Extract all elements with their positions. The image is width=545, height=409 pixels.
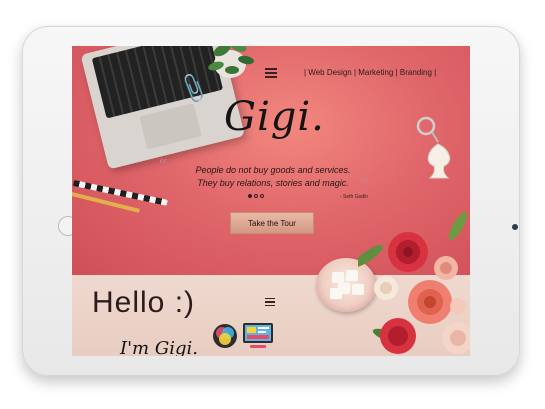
slider-dot-2[interactable] (254, 194, 258, 198)
website-screen: 📎 | Web Design | Marketing | Branding | … (72, 46, 470, 356)
striped-pencil (72, 180, 168, 206)
menu-icon[interactable] (265, 68, 277, 78)
menu-icon[interactable] (265, 298, 275, 306)
color-wheel-icon (213, 324, 237, 348)
nav-links[interactable]: | Web Design | Marketing | Branding | (304, 68, 436, 77)
plant-icon (208, 46, 254, 78)
quote-line-2: They buy relations, stories and magic. (197, 178, 349, 188)
slider-dot-3[interactable] (260, 194, 264, 198)
hello-heading: Hello :) (92, 286, 196, 319)
keychain-icon (416, 116, 451, 179)
intro-signature: I'm Gigi. (120, 338, 198, 356)
quote-line-1: People do not buy goods and services. (195, 165, 351, 175)
open-quote-icon: “ (158, 156, 168, 177)
quote-author: - Seth Godin (340, 194, 369, 200)
camera-icon (512, 224, 518, 230)
take-tour-button[interactable]: Take the Tour (230, 212, 314, 234)
slider-dots (248, 194, 264, 198)
slider-dot-1[interactable] (248, 194, 252, 198)
design-screen-icon (243, 323, 273, 348)
site-logo: Gigi. (224, 94, 325, 140)
hero-quote: People do not buy goods and services. Th… (168, 164, 378, 190)
roses-bouquet-image (358, 211, 470, 354)
